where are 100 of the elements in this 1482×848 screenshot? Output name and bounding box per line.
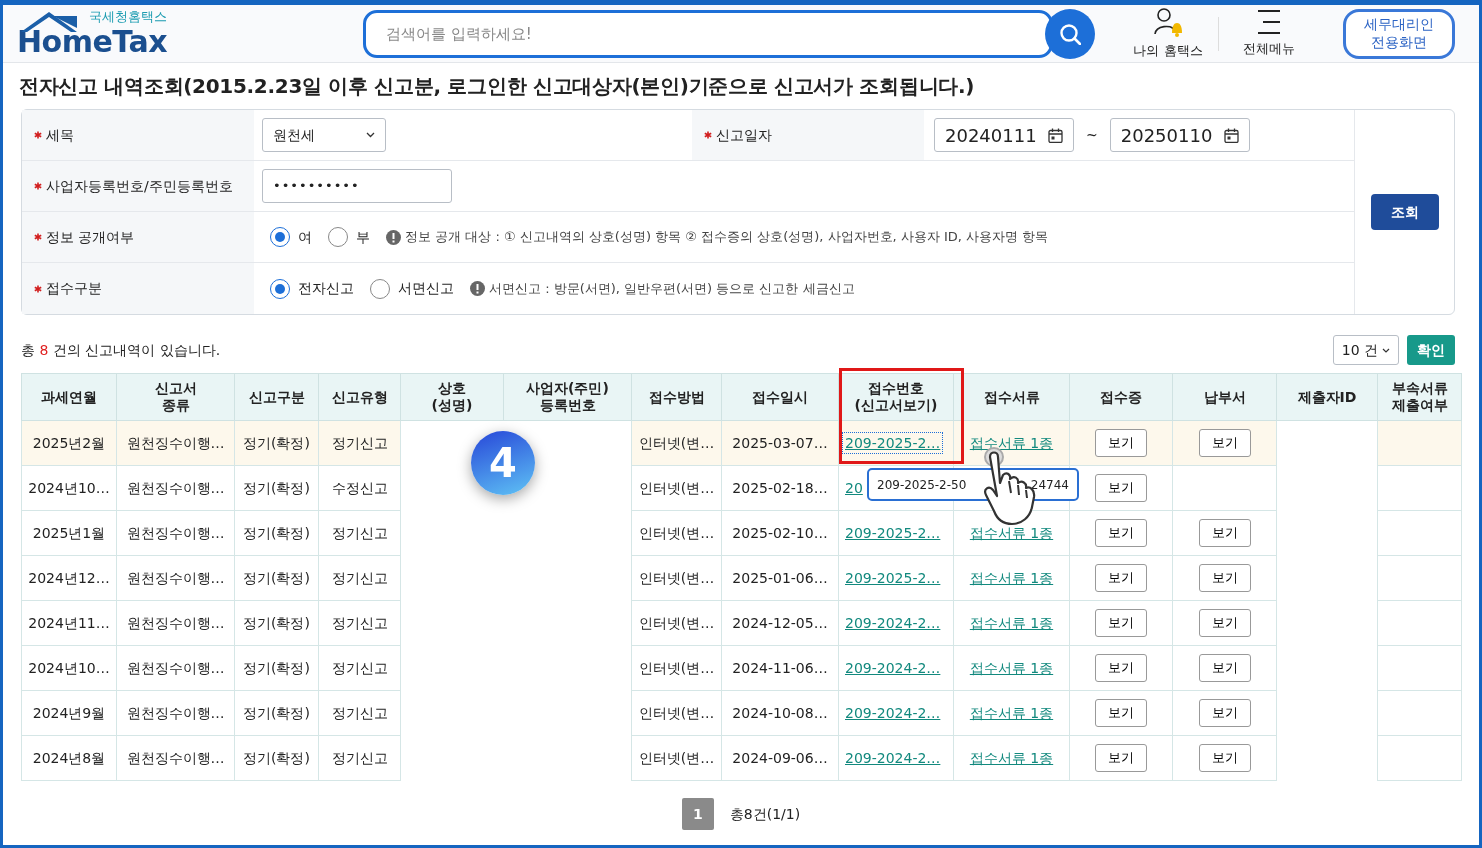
view-button[interactable]: 보기 — [1095, 609, 1147, 637]
table-cell: 인터넷(변… — [631, 645, 722, 691]
info-icon — [470, 281, 485, 296]
table-cell: 2025-01-06… — [721, 555, 839, 601]
pagination-total: 총8건(1/1) — [729, 804, 801, 824]
radio-button[interactable] — [270, 227, 290, 247]
column-header: 접수증 — [1069, 373, 1173, 421]
agent-screen-button[interactable]: 세무대리인 전용화면 — [1343, 8, 1455, 59]
chevron-down-icon — [366, 132, 375, 138]
table-cell: 정기신고 — [318, 420, 401, 466]
field-label: 사업자등록번호/주민등록번호 — [46, 176, 233, 196]
table-cell: 정기(확정) — [234, 600, 319, 646]
table-cell: 2024년10… — [21, 465, 117, 511]
menu-icon — [1255, 8, 1283, 37]
tooltip-text: 209-2025-2-50 — [877, 476, 967, 494]
radio-label: 서면신고 — [398, 279, 454, 298]
radio-button[interactable] — [328, 227, 348, 247]
view-button[interactable]: 보기 — [1095, 429, 1147, 457]
table-cell: 정기(확정) — [234, 735, 319, 781]
info-note: 서면신고 : 방문(서면), 일반우편(서면) 등으로 신고한 세금신고 — [489, 279, 855, 298]
table-cell: 인터넷(변… — [631, 690, 722, 736]
info-note: 정보 공개 대상 : ① 신고내역의 상호(성명) 항목 ② 접수증의 상호(성명), 사업자번호, 사용자 ID, 사용자명 항목 — [405, 228, 1049, 247]
field-label: 접수구분 — [46, 279, 102, 298]
view-button[interactable]: 보기 — [1198, 699, 1251, 727]
radio-button[interactable] — [370, 278, 390, 299]
table-cell: 2025-02-10… — [721, 510, 839, 556]
result-summary: 총 8 건의 신고내역이 있습니다. — [21, 340, 221, 360]
nav-item[interactable]: 나의 홈택스 — [1118, 6, 1218, 61]
table-cell: 정기신고 — [318, 600, 401, 646]
table-cell: 원천징수이행… — [116, 510, 235, 556]
radio-label: 부 — [356, 227, 370, 247]
table-cell: 2024-10-08… — [721, 690, 839, 736]
view-button[interactable]: 보기 — [1198, 609, 1251, 637]
column-header: 신고유형 — [318, 373, 401, 421]
field-label: 정보 공개여부 — [46, 227, 135, 247]
table-cell: 2025년1월 — [21, 510, 117, 556]
table-cell: 원천징수이행… — [116, 420, 235, 466]
table-cell: 정기신고 — [318, 510, 401, 556]
column-header: 접수방법 — [631, 373, 722, 421]
view-button[interactable]: 보기 — [1095, 699, 1147, 727]
table-cell: 정기(확정) — [234, 690, 319, 736]
table-cell: 2024-11-06… — [721, 645, 839, 691]
calendar-icon — [1223, 127, 1239, 143]
table-cell: 원천징수이행… — [116, 555, 235, 601]
user-bell-icon — [1152, 6, 1184, 38]
search-field[interactable]: 검색어를 입력하세요! — [363, 9, 1053, 58]
table-cell: 인터넷(변… — [631, 600, 722, 646]
table-cell: 2024-09-06… — [721, 735, 839, 781]
table-cell: 인터넷(변… — [631, 555, 722, 601]
table-cell: 인터넷(변… — [631, 735, 722, 781]
table-cell: 2025-03-07… — [721, 420, 839, 466]
column-header: 제출자ID — [1276, 373, 1378, 421]
view-button[interactable]: 보기 — [1095, 474, 1147, 502]
logo-caption: 국세청홈택스 — [89, 10, 167, 23]
table-cell: 2025-02-18… — [721, 465, 839, 511]
column-header: 과세연월 — [21, 373, 117, 421]
id-number-field[interactable]: •••••••••• — [262, 169, 452, 203]
table-cell: 정기신고 — [318, 690, 401, 736]
table-cell: 2025년2월 — [21, 420, 117, 466]
table-cell: 인터넷(변… — [631, 510, 722, 556]
view-button[interactable]: 보기 — [1095, 744, 1147, 772]
search-icon — [1059, 22, 1081, 45]
end-date-field[interactable]: 20250110 — [1109, 118, 1250, 152]
date-separator: ~ — [1086, 125, 1098, 145]
table-cell: 인터넷(변… — [631, 420, 722, 466]
search-submit-button[interactable]: 조회 — [1370, 194, 1439, 230]
column-header: 사업자(주민) 등록번호 — [503, 373, 632, 421]
radio-label: 여 — [298, 227, 312, 247]
confirm-button[interactable]: 확인 — [1407, 335, 1455, 365]
table-cell: 정기신고 — [318, 735, 401, 781]
calendar-icon — [1048, 127, 1063, 143]
table-cell: 2024년8월 — [21, 735, 117, 781]
field-label: 신고일자 — [716, 125, 772, 145]
view-button[interactable]: 보기 — [1198, 519, 1251, 547]
nav-item[interactable]: 전체메뉴 — [1219, 8, 1319, 59]
page-size-select[interactable]: 10 건 — [1332, 335, 1399, 365]
field-label: 세목 — [46, 125, 74, 145]
table-cell: 정기신고 — [318, 645, 401, 691]
column-header: 신고서 종류 — [116, 373, 235, 421]
table-cell: 정기(확정) — [234, 510, 319, 556]
table-cell: 원천징수이행… — [116, 465, 235, 511]
view-button[interactable]: 보기 — [1095, 564, 1147, 592]
view-button[interactable]: 보기 — [1095, 519, 1147, 547]
start-date-field[interactable]: 20240111 — [934, 118, 1074, 152]
view-button[interactable]: 보기 — [1095, 654, 1147, 682]
column-header: 상호 (성명) — [400, 373, 504, 421]
receipt-number-link[interactable]: 20 — [845, 479, 863, 496]
table-cell: 인터넷(변… — [631, 465, 722, 511]
column-header: 납부서 — [1172, 373, 1277, 421]
view-button[interactable]: 보기 — [1198, 744, 1251, 772]
column-header: 접수일시 — [721, 373, 839, 421]
view-button[interactable]: 보기 — [1198, 429, 1251, 457]
tax-item-select[interactable]: 원천세 — [262, 118, 386, 152]
view-button[interactable]: 보기 — [1198, 564, 1251, 592]
column-header: 부속서류 제출여부 — [1377, 373, 1462, 421]
view-button[interactable]: 보기 — [1198, 654, 1251, 682]
tooltip-text: 24744 — [1030, 476, 1069, 494]
radio-button[interactable] — [270, 278, 290, 299]
table-cell: 수정신고 — [318, 465, 401, 511]
radio-label: 전자신고 — [298, 279, 354, 298]
